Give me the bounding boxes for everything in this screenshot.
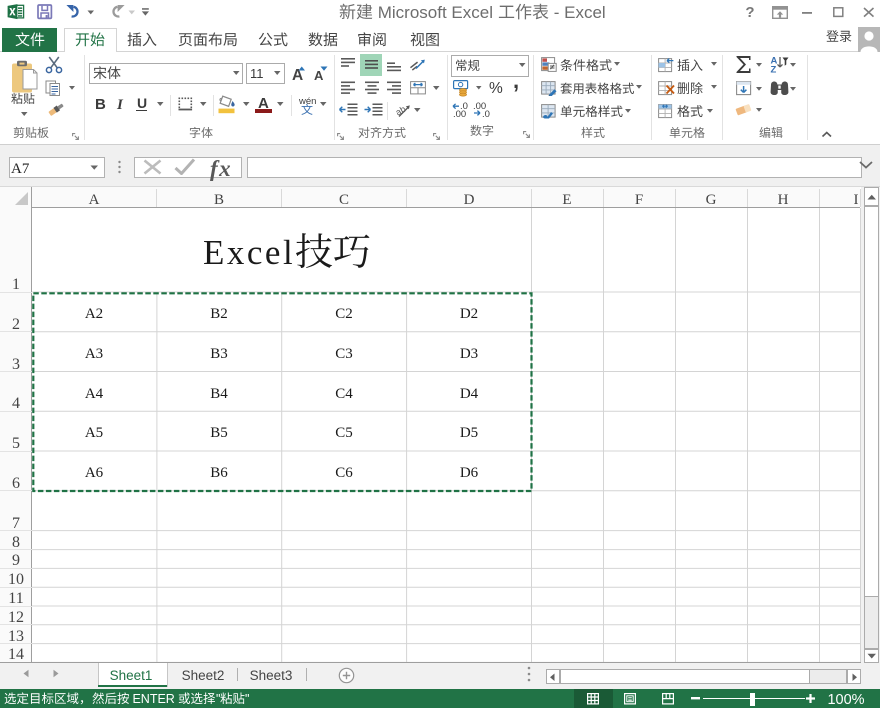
svg-text:Sheet1: Sheet1: [109, 668, 152, 683]
svg-text:I: I: [853, 192, 858, 208]
svg-text:D6: D6: [459, 465, 478, 481]
svg-text:A3: A3: [85, 346, 103, 362]
svg-text:3: 3: [12, 356, 20, 373]
svg-text:D2: D2: [459, 306, 477, 322]
svg-text:ENTER: ENTER: [129, 692, 178, 706]
svg-text:11: 11: [250, 66, 264, 81]
svg-text:7: 7: [12, 515, 20, 532]
svg-text:?: ?: [745, 4, 754, 21]
svg-text:1: 1: [12, 276, 20, 293]
svg-text:C6: C6: [335, 465, 353, 481]
svg-text:C5: C5: [335, 425, 353, 441]
svg-text:B2: B2: [210, 306, 228, 322]
svg-text:6: 6: [12, 475, 20, 492]
svg-text:H: H: [778, 192, 789, 208]
svg-text:Z: Z: [771, 65, 777, 74]
svg-text:": ": [245, 692, 249, 706]
svg-text:fx: fx: [210, 156, 232, 181]
svg-text:.00: .00: [453, 109, 466, 120]
svg-text:U: U: [137, 95, 147, 111]
svg-text:14: 14: [8, 646, 24, 663]
svg-text:9: 9: [12, 552, 20, 569]
svg-text:12: 12: [8, 609, 24, 626]
svg-text:D5: D5: [459, 425, 477, 441]
svg-text:%: %: [489, 80, 503, 97]
svg-text:C3: C3: [335, 346, 353, 362]
svg-text:F: F: [635, 192, 643, 208]
svg-text:A7: A7: [11, 161, 30, 177]
svg-text:A5: A5: [85, 425, 103, 441]
svg-text:C: C: [339, 192, 349, 208]
svg-text:B: B: [214, 192, 224, 208]
svg-text:Excel: Excel: [203, 233, 295, 272]
svg-text:C4: C4: [335, 386, 353, 402]
svg-text:A2: A2: [85, 306, 103, 322]
svg-text:Sheet3: Sheet3: [250, 668, 293, 683]
svg-text:C2: C2: [335, 306, 353, 322]
svg-text:D: D: [463, 192, 474, 208]
svg-text:10: 10: [8, 571, 24, 588]
svg-text:13: 13: [8, 628, 24, 645]
svg-text:11: 11: [8, 590, 23, 607]
svg-text:,: ,: [513, 68, 519, 93]
svg-text:4: 4: [12, 395, 20, 412]
svg-text:E: E: [562, 192, 571, 208]
svg-text:D4: D4: [459, 386, 478, 402]
svg-text:8: 8: [12, 534, 20, 551]
svg-text:Microsoft Excel: Microsoft Excel: [373, 3, 498, 22]
svg-text:I: I: [116, 97, 124, 113]
svg-text:5: 5: [12, 435, 20, 452]
svg-text:100%: 100%: [827, 692, 864, 708]
svg-text:B6: B6: [210, 465, 228, 481]
svg-text:B5: B5: [210, 425, 228, 441]
svg-text:B: B: [95, 96, 106, 113]
svg-text:D3: D3: [459, 346, 477, 362]
svg-text:B3: B3: [210, 346, 228, 362]
svg-text:G: G: [706, 192, 717, 208]
svg-text:A6: A6: [85, 465, 104, 481]
svg-text:A4: A4: [85, 386, 104, 402]
svg-text:2: 2: [12, 316, 20, 333]
svg-text:Sheet2: Sheet2: [181, 668, 224, 683]
svg-text:A: A: [89, 192, 100, 208]
svg-text:- Excel: - Excel: [549, 3, 606, 22]
svg-text:.0: .0: [482, 109, 490, 120]
svg-text:B4: B4: [210, 386, 228, 402]
